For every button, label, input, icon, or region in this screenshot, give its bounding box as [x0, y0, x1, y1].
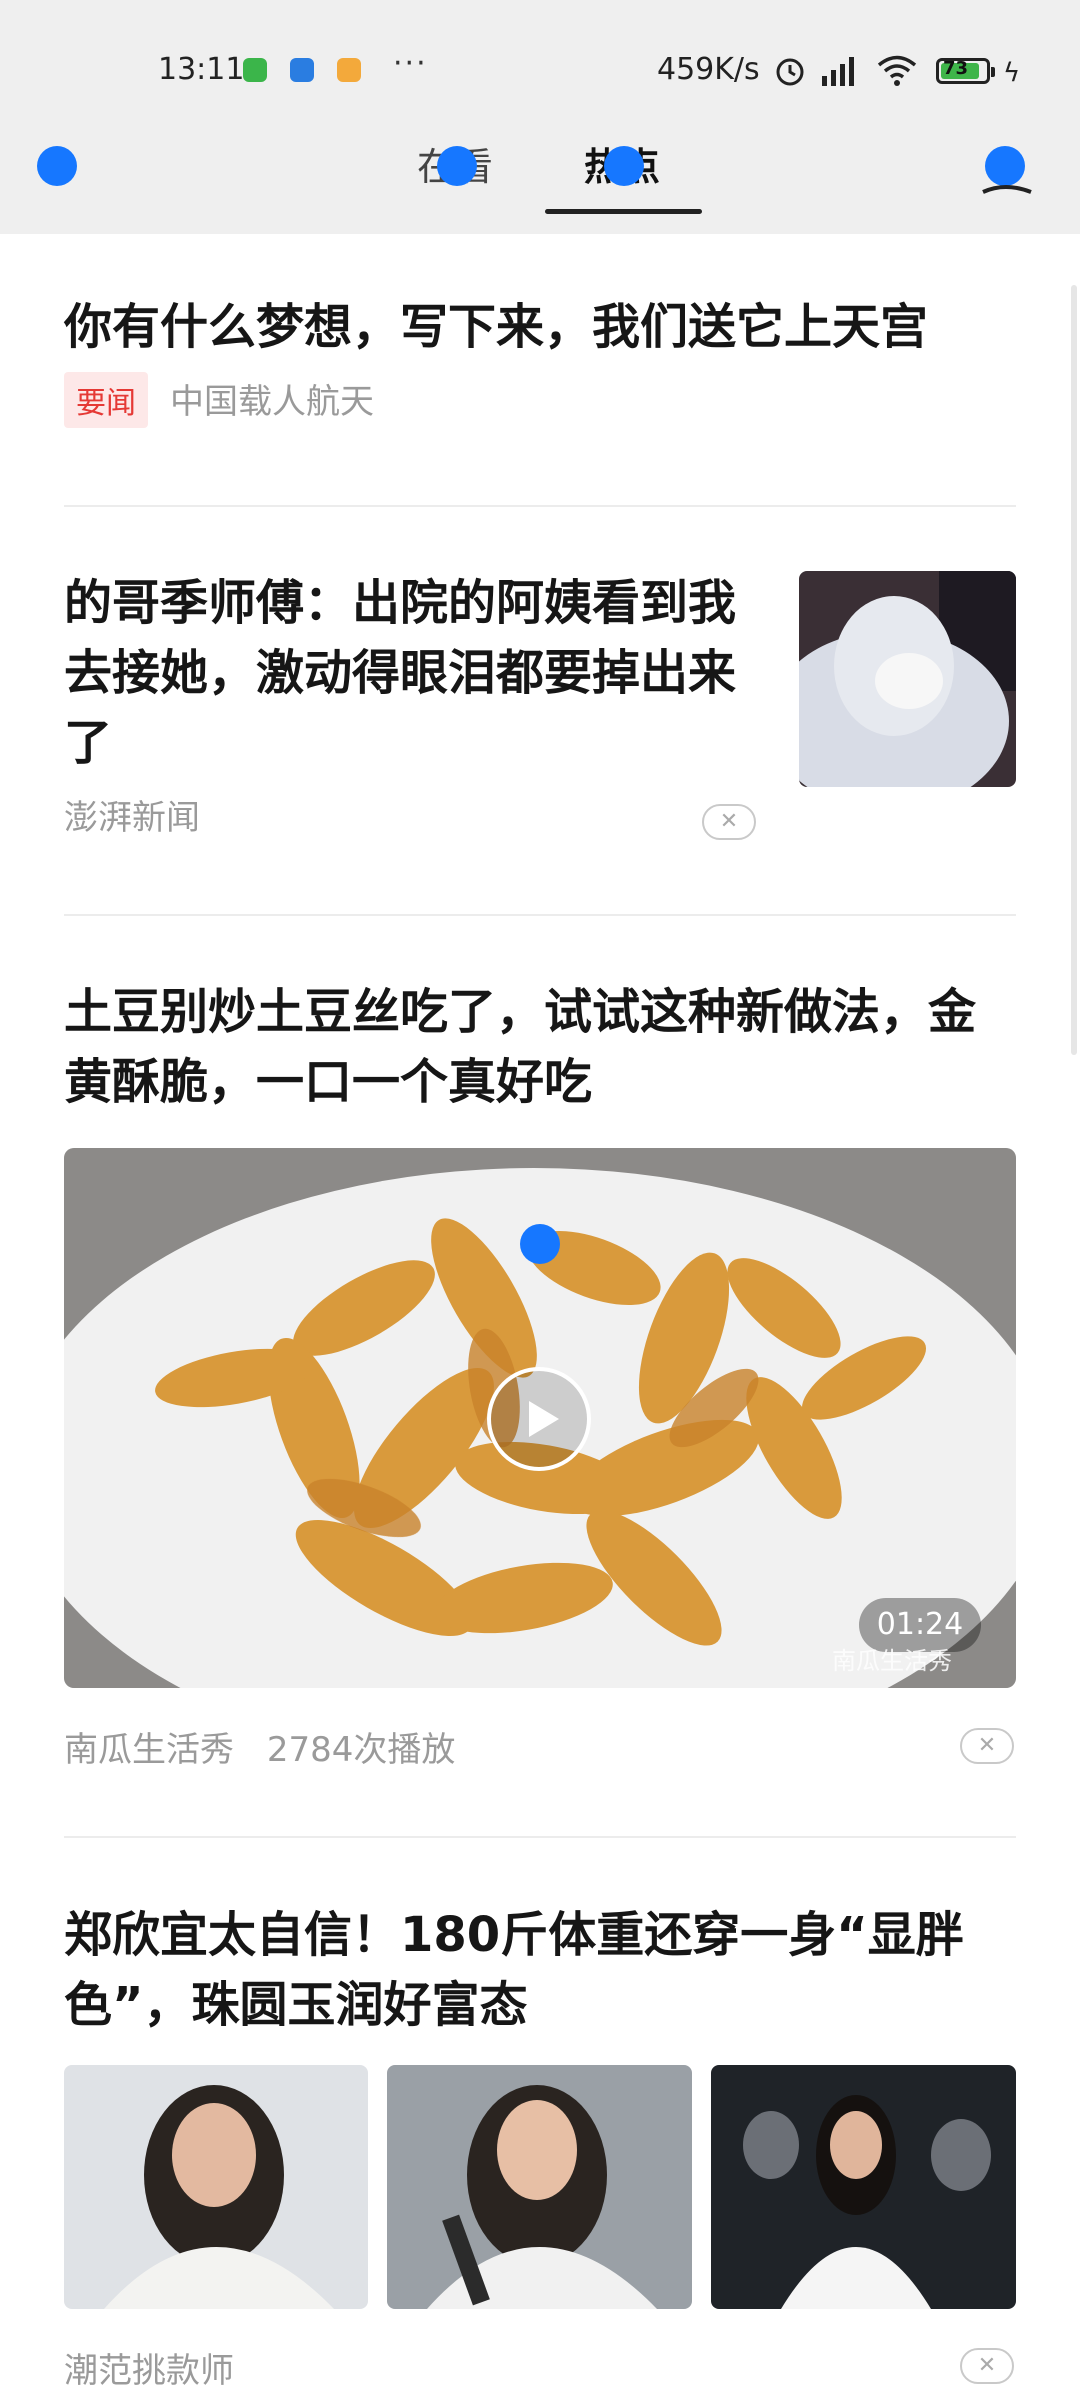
video-card[interactable]: 土豆别炒土豆丝吃了，试试这种新做法，金黄酥脆，一口一个真好吃 [64, 977, 1016, 1117]
news-thumbnail [799, 571, 1016, 787]
news-meta: 要闻 中国载人航天 [64, 372, 1016, 428]
dismiss-button[interactable]: ✕ [960, 1728, 1014, 1764]
news-title: 你有什么梦想，写下来，我们送它上天宫 [64, 299, 929, 355]
divider [64, 914, 1016, 916]
battery-icon: 73 [936, 58, 995, 84]
dismiss-button[interactable]: ✕ [702, 804, 756, 840]
news-title: 的哥季师傅：出院的阿姨看到我去接她，激动得眼泪都要掉出来了 [64, 575, 737, 771]
news-tag: 要闻 [64, 372, 148, 428]
alarm-icon [776, 58, 804, 86]
app-icon-green [243, 58, 267, 82]
active-tab-underline [545, 209, 702, 214]
tab-hot-indicator-dot [604, 146, 644, 186]
menu-icon[interactable] [37, 146, 77, 186]
news-card[interactable]: 你有什么梦想，写下来，我们送它上天宫 要闻 中国载人航天 [64, 292, 1016, 428]
profile-icon[interactable] [980, 144, 1034, 198]
status-time: 13:11 [158, 52, 245, 87]
news-card[interactable]: 郑欣宜太自信！180斤体重还穿一身“显胖色”，珠圆玉润好富态 [64, 1900, 1016, 2040]
tab-watching-indicator-dot [437, 146, 477, 186]
charging-bolt-icon: ϟ [1003, 58, 1021, 88]
touch-indicator-dot [520, 1224, 560, 1264]
battery-level: 73 [943, 58, 969, 79]
video-plays: 2784次播放 [266, 1730, 456, 1770]
status-bar: 13:11 ··· 459K/s 73 ϟ [0, 0, 1080, 134]
more-notifications-icon: ··· [393, 46, 428, 81]
news-image-2 [387, 2065, 692, 2309]
play-icon[interactable] [487, 1367, 591, 1471]
top-nav [0, 134, 1080, 234]
news-title: 郑欣宜太自信！180斤体重还穿一身“显胖色”，珠圆玉润好富态 [64, 1907, 964, 2033]
news-image-3 [711, 2065, 1016, 2309]
news-card[interactable]: 的哥季师傅：出院的阿姨看到我去接她，激动得眼泪都要掉出来了 澎湃新闻 [64, 568, 764, 839]
app-icon-tiger [337, 58, 361, 82]
video-title: 土豆别炒土豆丝吃了，试试这种新做法，金黄酥脆，一口一个真好吃 [64, 984, 977, 1110]
divider [64, 505, 1016, 507]
news-image-1 [64, 2065, 368, 2309]
video-source: 南瓜生活秀 [64, 1730, 234, 1770]
video-meta: 南瓜生活秀 2784次播放 [64, 1722, 455, 1771]
wifi-icon [877, 55, 917, 86]
hd-signal-icon [822, 57, 854, 86]
news-source: 潮范挑款师 [64, 2351, 234, 2391]
scrollbar[interactable] [1071, 285, 1077, 1055]
dismiss-button[interactable]: ✕ [960, 2348, 1014, 2384]
news-source: 澎湃新闻 [64, 798, 200, 838]
video-watermark: 南瓜生活秀 [832, 1647, 952, 1675]
divider [64, 1836, 1016, 1838]
network-speed: 459K/s [657, 52, 760, 87]
news-source: 中国载人航天 [170, 382, 374, 422]
app-icon-blue [290, 58, 314, 82]
